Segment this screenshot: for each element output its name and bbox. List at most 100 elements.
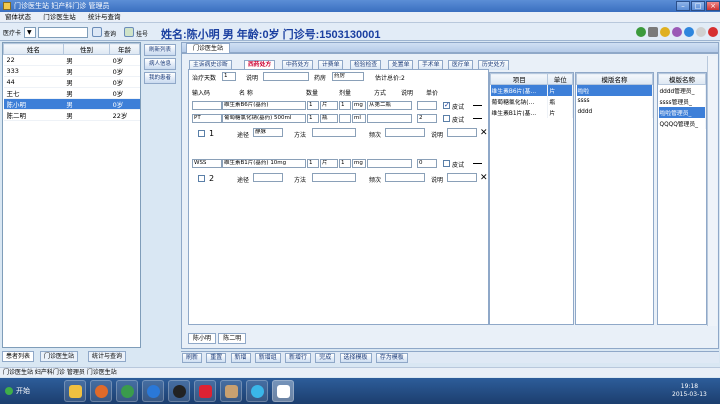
taskbar-media-icon[interactable]	[90, 380, 112, 402]
col-sex[interactable]: 性别	[62, 43, 111, 55]
taskbar-browser-icon[interactable]	[246, 380, 268, 402]
route-input[interactable]	[253, 173, 283, 182]
register-icon[interactable]	[124, 27, 134, 37]
tab-main-doctor-station[interactable]: 门诊医生站	[186, 43, 231, 53]
refresh-list-button[interactable]: 刷新列表	[144, 44, 176, 56]
group-note-input[interactable]	[447, 128, 477, 137]
print-icon[interactable]	[648, 27, 658, 37]
refresh-button[interactable]: 刷新	[182, 353, 203, 363]
taskbar-ie-icon[interactable]	[142, 380, 164, 402]
rx-qty-input[interactable]: 1	[307, 101, 319, 110]
add-row-button[interactable]: 新增行	[285, 353, 312, 363]
taskbar-tool-icon[interactable]	[220, 380, 242, 402]
template-list-col-name[interactable]: 模版名称	[658, 73, 706, 85]
group-checkbox[interactable]	[198, 130, 205, 137]
subtab-patient-1[interactable]: 陈小明	[188, 333, 217, 344]
system-clock[interactable]: 19:18 2015-03-13	[672, 383, 707, 399]
route-input[interactable]: 静脉	[253, 128, 283, 137]
rx-dose-unit[interactable]: mg	[352, 159, 366, 168]
my-patients-button[interactable]: 我的患者	[144, 72, 176, 84]
tab-patient-list[interactable]: 患者列表	[2, 351, 35, 362]
maximize-button[interactable]: □	[691, 1, 705, 11]
taskbar-his-icon[interactable]	[272, 380, 294, 402]
taskbar-folder-icon[interactable]	[64, 380, 86, 402]
rx-method-input[interactable]: 从第二瓶	[367, 101, 412, 110]
patient-row[interactable]: 44 男 0岁	[3, 76, 140, 88]
skin-test-checkbox[interactable]	[443, 160, 450, 167]
rx-qty-input[interactable]: 1	[307, 114, 319, 123]
taskbar-app-icon[interactable]	[194, 380, 216, 402]
patient-row[interactable]: 王七男 0岁	[3, 87, 140, 99]
rx-drug-name[interactable]: 维生素B1片(基药) 10mg	[222, 159, 306, 168]
rx-price[interactable]	[417, 101, 437, 110]
patient-row[interactable]: 22 男 0岁	[3, 54, 140, 66]
tab-statistics[interactable]: 统计与查询	[88, 351, 127, 362]
card-number-input[interactable]	[38, 27, 88, 38]
template-grid2-row[interactable]: ssss管理员_	[658, 95, 706, 107]
rx-dose-input[interactable]	[339, 114, 351, 123]
patient-row[interactable]: 陈小明男 0岁	[3, 98, 140, 110]
minimize-button[interactable]: –	[676, 1, 690, 11]
col-age[interactable]: 年龄	[109, 43, 140, 55]
patient-row[interactable]: 333 男 0岁	[3, 65, 140, 77]
item-col-unit[interactable]: 单位	[547, 73, 573, 85]
rx-drug-name[interactable]: 葡萄糖氯化钠(基药) 500ml	[222, 114, 306, 123]
method-input[interactable]	[312, 128, 356, 137]
rx-dose-unit[interactable]: ml	[352, 114, 366, 123]
item-grid-row[interactable]: 维生素B1片(基… 片	[490, 106, 573, 118]
settings-icon[interactable]	[696, 27, 706, 37]
add-group-button[interactable]: 新增组	[254, 353, 281, 363]
skin-test-checkbox[interactable]	[443, 101, 450, 109]
rx-code-input[interactable]: PT	[192, 114, 222, 123]
menu-doctor-station[interactable]: 门诊医生站	[38, 12, 81, 23]
green-status-icon[interactable]	[636, 27, 646, 37]
star-icon[interactable]	[660, 27, 670, 37]
method-input[interactable]	[312, 173, 356, 182]
subtab-patient-2[interactable]: 陈二明	[218, 333, 247, 344]
finish-button[interactable]: 完成	[315, 353, 336, 363]
days-input[interactable]: 1	[222, 72, 236, 81]
patient-row[interactable]: 陈二明男 22岁	[3, 109, 140, 121]
menu-window-state[interactable]: 窗体状态	[0, 12, 36, 23]
exit-icon[interactable]	[708, 27, 718, 37]
pharmacy-select[interactable]: 药房	[332, 72, 364, 81]
register-button[interactable]: 挂号	[136, 29, 148, 38]
rx-price[interactable]: 2	[417, 114, 437, 123]
rx-drug-name[interactable]: 维生素B6片(基药)	[222, 101, 306, 110]
delete-group-icon[interactable]: ✕	[480, 173, 488, 183]
reset-button[interactable]: 重置	[206, 353, 227, 363]
taskbar-chrome-icon[interactable]	[116, 380, 138, 402]
rx-unit[interactable]: 片	[320, 159, 338, 168]
group-note-input[interactable]	[447, 173, 477, 182]
patient-info-button[interactable]: 病人信息	[144, 58, 176, 70]
select-template-button[interactable]: 选择模板	[339, 353, 372, 363]
group-checkbox[interactable]	[198, 175, 205, 182]
close-button[interactable]: ×	[706, 1, 720, 11]
rx-note-input[interactable]	[263, 72, 309, 81]
frequency-input[interactable]	[385, 173, 425, 182]
add-button[interactable]: 新增	[230, 353, 251, 363]
skin-test-checkbox[interactable]	[443, 115, 450, 122]
rx-price[interactable]: 0	[417, 159, 437, 168]
item-col-name[interactable]: 项目	[489, 73, 549, 85]
help-icon[interactable]	[684, 27, 694, 37]
taskbar-qq-icon[interactable]	[168, 380, 190, 402]
rx-code-input[interactable]: WSS	[192, 159, 222, 168]
menu-statistics[interactable]: 统计与查询	[83, 12, 126, 23]
rx-method-input[interactable]	[367, 114, 412, 123]
frequency-input[interactable]	[385, 128, 425, 137]
rx-unit[interactable]: 瓶	[320, 114, 338, 123]
vertical-scrollbar[interactable]	[707, 56, 717, 326]
tab-doctor-station[interactable]: 门诊医生站	[40, 351, 79, 362]
rx-dose-unit[interactable]: mg	[352, 101, 366, 110]
template-grid1-row[interactable]: ssss	[576, 95, 653, 107]
card-mode-select[interactable]: ▼	[24, 27, 36, 38]
rx-qty-input[interactable]: 1	[307, 159, 319, 168]
user-icon[interactable]	[672, 27, 682, 37]
save-template-button[interactable]: 存为模板	[375, 353, 408, 363]
rx-dose-input[interactable]: 1	[339, 101, 351, 110]
template-grid1-row[interactable]: 啦啦	[576, 84, 653, 96]
delete-group-icon[interactable]: ✕	[480, 128, 488, 138]
item-grid-row[interactable]: 维生素B6片(基… 片	[490, 84, 573, 96]
template-grid1-row[interactable]: dddd	[576, 106, 653, 118]
